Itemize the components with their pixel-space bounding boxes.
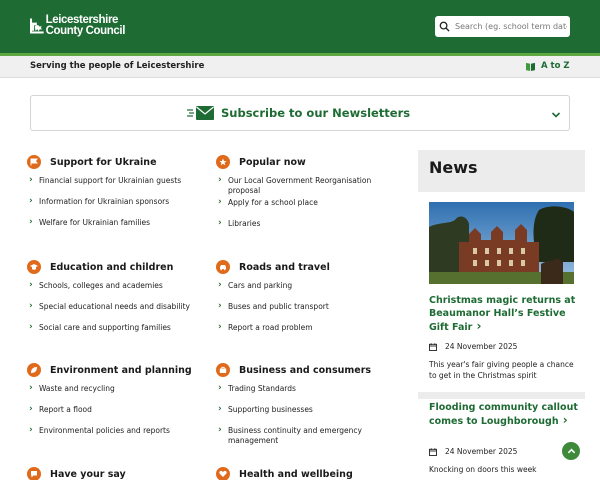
a-to-z-label: A to Z <box>541 61 570 71</box>
council-logo[interactable]: Leicestershire County Council <box>30 14 125 38</box>
category-link[interactable]: Environmental policies and reports <box>27 425 212 436</box>
category-link[interactable]: Business continuity and emergency manage… <box>216 425 401 446</box>
category-link[interactable]: Financial support for Ukrainian guests <box>27 175 212 186</box>
chevron-down-icon[interactable] <box>551 111 561 119</box>
logo-line-2: County Council <box>45 25 126 37</box>
category-title[interactable]: Education and children <box>50 262 173 273</box>
speech-bubble-icon <box>27 467 41 480</box>
sub-header-bar: Serving the people of Leicestershire A t… <box>0 56 600 78</box>
category-link[interactable]: Special educational needs and disability <box>27 301 212 312</box>
heart-icon <box>216 467 230 480</box>
news-panel: News Christmas magic returns at Beaumano… <box>418 150 585 480</box>
leaf-icon <box>27 363 41 377</box>
news-heading: News <box>429 158 478 177</box>
category-link[interactable]: Buses and public transport <box>216 301 401 312</box>
news-article-date: 24 November 2025 <box>429 342 517 351</box>
logo-text: Leicestershire County Council <box>45 14 126 37</box>
search-icon <box>439 21 450 32</box>
news-article-date-text: 24 November 2025 <box>445 342 518 351</box>
back-to-top-button[interactable] <box>562 442 580 460</box>
category-link[interactable]: Social care and supporting families <box>27 322 212 333</box>
news-article-title[interactable]: Christmas magic returns at Beaumanor Hal… <box>429 294 579 334</box>
category-link[interactable]: Information for Ukrainian sponsors <box>27 196 212 207</box>
a-to-z-link[interactable]: A to Z <box>526 61 570 71</box>
category-link[interactable]: Supporting businesses <box>216 404 401 415</box>
news-article-date-text: 24 November 2025 <box>445 447 518 456</box>
category-title[interactable]: Have your say <box>50 469 126 480</box>
graduation-cap-icon <box>27 260 41 274</box>
search-box[interactable] <box>435 16 570 37</box>
news-article-title[interactable]: Flooding community callout comes to Loug… <box>429 401 579 428</box>
category-link[interactable]: Schools, colleges and academies <box>27 280 212 291</box>
category-link[interactable]: Report a flood <box>27 404 212 415</box>
council-crest-icon <box>30 18 44 34</box>
category-title[interactable]: Popular now <box>239 157 306 168</box>
category-link[interactable]: Libraries <box>216 218 401 229</box>
category-business-and-consumers: Business and consumers Trading Standards… <box>216 362 401 457</box>
news-article-description: This year's fair giving people a chance … <box>429 360 574 380</box>
category-link[interactable]: Waste and recycling <box>27 383 212 394</box>
category-education-and-children: Education and children Schools, colleges… <box>27 259 212 344</box>
book-icon <box>526 62 535 71</box>
briefcase-icon <box>216 363 230 377</box>
news-article-date: 24 November 2025 <box>429 447 517 456</box>
calendar-icon <box>429 447 437 456</box>
chevron-right-icon: › <box>558 413 568 427</box>
star-icon <box>216 155 230 169</box>
newsletter-accordion[interactable]: Subscribe to our Newsletters <box>30 95 570 131</box>
tagline: Serving the people of Leicestershire <box>30 61 205 71</box>
chevron-right-icon: › <box>472 319 482 333</box>
category-title[interactable]: Support for Ukraine <box>50 157 157 168</box>
category-health-and-wellbeing: Health and wellbeing <box>216 466 401 480</box>
category-link[interactable]: Trading Standards <box>216 383 401 394</box>
newsletter-heading: Subscribe to our Newsletters <box>187 105 410 121</box>
category-title[interactable]: Health and wellbeing <box>239 469 353 480</box>
news-card[interactable]: Flooding community callout comes to Loug… <box>418 399 585 480</box>
chevron-up-icon <box>567 448 575 453</box>
news-card[interactable]: Christmas magic returns at Beaumanor Hal… <box>418 192 585 392</box>
flag-icon <box>27 155 41 169</box>
category-link[interactable]: Report a road problem <box>216 322 401 333</box>
category-link[interactable]: Cars and parking <box>216 280 401 291</box>
category-popular-now: Popular now Our Local Government Reorgan… <box>216 154 401 240</box>
category-link[interactable]: Welfare for Ukrainian families <box>27 217 212 228</box>
search-input[interactable] <box>455 22 567 31</box>
newsletter-label: Subscribe to our Newsletters <box>221 106 411 120</box>
calendar-icon <box>429 342 437 351</box>
site-header: Leicestershire County Council <box>0 0 600 53</box>
category-title[interactable]: Environment and planning <box>50 365 192 376</box>
category-link[interactable]: Apply for a school place <box>216 197 401 208</box>
news-image-beaumanor-hall[interactable] <box>429 202 574 284</box>
news-article-description: Knocking on doors this week <box>429 465 537 474</box>
category-link[interactable]: Our Local Government Reorganisation prop… <box>216 175 401 196</box>
car-icon <box>216 260 230 274</box>
email-envelope-icon <box>187 106 214 120</box>
category-have-your-say: Have your say <box>27 466 212 480</box>
category-roads-and-travel: Roads and travel Cars and parking Buses … <box>216 259 401 344</box>
category-title[interactable]: Business and consumers <box>239 365 371 376</box>
category-support-for-ukraine: Support for Ukraine Financial support fo… <box>27 154 212 239</box>
category-environment-and-planning: Environment and planning Waste and recyc… <box>27 362 212 447</box>
category-title[interactable]: Roads and travel <box>239 262 330 273</box>
